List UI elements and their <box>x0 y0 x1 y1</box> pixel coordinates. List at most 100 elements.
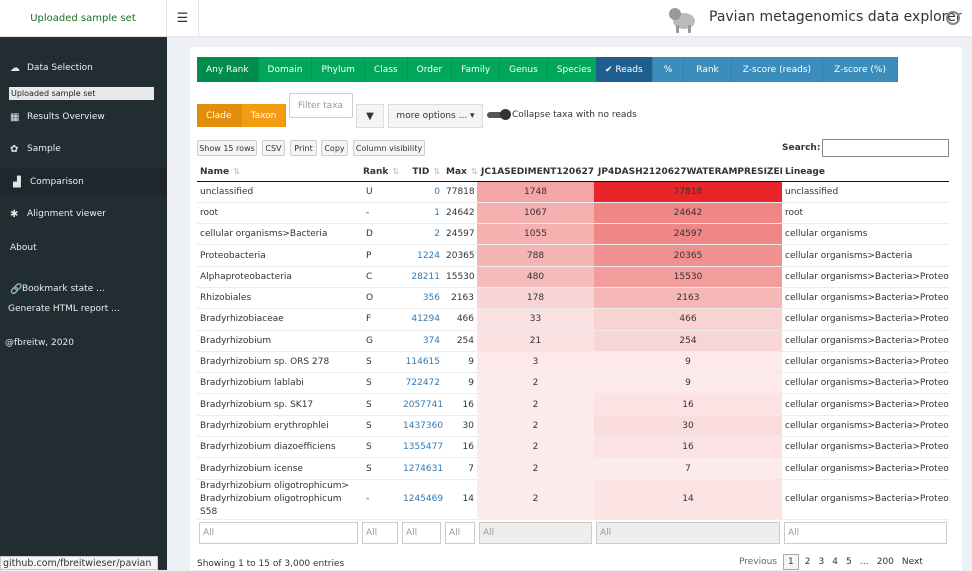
status-url-link[interactable]: github.com/fbreitwieser/pavian <box>0 556 158 570</box>
table-row[interactable]: unclassified U 0 77818 1748 77818 unclassified <box>197 181 949 203</box>
cell-tid[interactable]: 114615 <box>400 351 443 374</box>
table-row[interactable]: Bradyrhizobium G 374 254 21 254 cellular organ… <box>197 330 949 352</box>
column-filter-input[interactable]: All <box>479 522 592 545</box>
page-button[interactable]: 5 <box>846 557 852 567</box>
sort-icon[interactable]: ⇅ <box>392 167 399 176</box>
reads-button[interactable]: ✔ Reads <box>596 57 653 82</box>
print-button[interactable]: Print <box>290 140 317 156</box>
more-options-dropdown[interactable]: more options ... ▾ <box>388 104 483 128</box>
column-filter-input[interactable]: All <box>362 522 398 545</box>
previous-page-button[interactable]: Previous <box>739 557 777 567</box>
rank-order-button[interactable]: Order <box>407 57 453 82</box>
sidebar-item-data-selection[interactable]: ☁ Data Selection <box>0 58 167 78</box>
column-filter-input[interactable]: All <box>402 522 441 545</box>
cell-tid[interactable]: 1245469 <box>400 479 443 520</box>
table-row[interactable]: Bradyrhizobium erythrophlei S 1437360 30 2 30… <box>197 415 949 438</box>
table-row[interactable]: Bradyrhizobium diazoefficiens S 1355477 16 2… <box>197 436 949 459</box>
github-icon[interactable] <box>946 11 960 25</box>
page-button[interactable]: 4 <box>832 557 838 567</box>
rank-any-button[interactable]: Any Rank <box>197 57 259 82</box>
hamburger-icon[interactable]: ☰ <box>167 0 199 37</box>
zscore-percent-button[interactable]: Z-score (%) <box>823 57 898 82</box>
copy-button[interactable]: Copy <box>321 140 348 156</box>
cell-lineage: unclassified <box>782 181 949 203</box>
column-visibility-button[interactable]: Column visibility <box>353 140 425 156</box>
page-button[interactable]: … <box>860 557 869 567</box>
table-row[interactable]: Bradyrhizobiaceae F 41294 466 33 466 cellular … <box>197 308 949 331</box>
next-page-button[interactable]: Next <box>902 557 923 567</box>
collapse-taxa-toggle[interactable] <box>487 109 511 120</box>
table-row[interactable]: Bradyrhizobium sp. ORS 278 S 114615 9 3 9 cell… <box>197 351 949 374</box>
cell-tid[interactable]: 28211 <box>400 266 443 288</box>
brand-title[interactable]: Uploaded sample set <box>0 0 167 37</box>
sort-icon[interactable]: ⇅ <box>233 167 240 176</box>
column-filter-input[interactable]: All <box>596 522 780 545</box>
cell-tid[interactable]: 2057741 <box>400 393 443 416</box>
sidebar-item-about[interactable]: About <box>0 238 167 258</box>
sidebar-item-alignment-viewer[interactable]: ✱ Alignment viewer <box>0 204 167 224</box>
taxon-button[interactable]: Taxon <box>241 104 287 127</box>
bookmark-state-link[interactable]: 🔗 Bookmark state ... <box>0 279 167 299</box>
csv-button[interactable]: CSV <box>262 140 285 156</box>
filter-taxa-input[interactable]: Filter taxa <box>289 93 353 118</box>
rank-domain-button[interactable]: Domain <box>258 57 313 82</box>
table-row[interactable]: Alphaproteobacteria C 28211 15530 480 15530 ce… <box>197 266 949 288</box>
percent-button[interactable]: % <box>652 57 685 82</box>
cell-name: Rhizobiales <box>197 287 360 310</box>
page-button[interactable]: 2 <box>805 557 811 567</box>
dataset-badge[interactable]: Uploaded sample set <box>9 87 154 100</box>
cell-tid[interactable]: 1274631 <box>400 457 443 480</box>
rank-phylum-button[interactable]: Phylum <box>312 57 365 82</box>
author-credit[interactable]: @fbreitw, 2020 <box>0 333 167 353</box>
column-header[interactable]: JC1ASEDIMENT120627 <box>477 163 594 182</box>
sort-icon[interactable]: ⇅ <box>471 167 477 176</box>
page-button[interactable]: 200 <box>877 557 894 567</box>
column-header[interactable]: TID ⇅ <box>400 163 443 182</box>
column-header[interactable]: Max ⇅ <box>443 163 477 182</box>
sort-icon[interactable]: ⇅ <box>433 167 440 176</box>
cell-tid[interactable]: 722472 <box>400 372 443 395</box>
table-row[interactable]: Bradyrhizobium sp. SK17 S 2057741 16 2 16 cell… <box>197 393 949 416</box>
cell-tid[interactable]: 2 <box>400 223 443 246</box>
table-row[interactable]: Proteobacteria P 1224 20365 788 20365 cellular… <box>197 244 949 267</box>
zscore-reads-button[interactable]: Z-score (reads) <box>731 57 824 82</box>
column-filter-input[interactable]: All <box>445 522 475 545</box>
show-rows-button[interactable]: Show 15 rows <box>197 140 257 156</box>
filter-icon[interactable]: ▼ <box>356 104 384 128</box>
page-button[interactable]: 1 <box>783 554 799 570</box>
cell-tid[interactable]: 1 <box>400 202 443 225</box>
clade-button[interactable]: Clade <box>197 104 242 127</box>
rank-species-button[interactable]: Species <box>547 57 602 82</box>
search-input[interactable] <box>822 139 949 157</box>
column-filter-input[interactable]: All <box>784 522 947 545</box>
cell-tid[interactable]: 374 <box>400 330 443 352</box>
table-row[interactable]: Bradyrhizobium lablabi S 722472 9 2 9 cellular… <box>197 372 949 395</box>
table-row[interactable]: cellular organisms>Bacteria D 2 24597 1055 24… <box>197 223 949 246</box>
pavian-logo <box>669 8 695 33</box>
column-header[interactable]: JP4DASH2120627WATERAMPRESIZED <box>594 163 782 182</box>
generate-report-link[interactable]: Generate HTML report ... <box>0 299 167 319</box>
cell-tid[interactable]: 356 <box>400 287 443 310</box>
rank-family-button[interactable]: Family <box>452 57 501 82</box>
sidebar-item-comparison[interactable]: ▟ Comparison <box>0 168 167 196</box>
cell-tid[interactable]: 1224 <box>400 244 443 267</box>
table-row[interactable]: Bradyrhizobium oligotrophicum> Bradyrhiz… <box>197 479 949 520</box>
cell-tid[interactable]: 1437360 <box>400 415 443 438</box>
rank-class-button[interactable]: Class <box>364 57 408 82</box>
sidebar-item-sample[interactable]: ✿ Sample <box>0 139 167 159</box>
rank-value-button[interactable]: Rank <box>684 57 732 82</box>
table-row[interactable]: root -1 24642 1067 24642 root <box>197 202 949 225</box>
rank-genus-button[interactable]: Genus <box>500 57 548 82</box>
column-header[interactable]: Rank ⇅ <box>360 163 400 182</box>
cell-max: 9 <box>443 351 477 374</box>
column-header[interactable]: Name ⇅ <box>197 163 360 182</box>
sidebar-item-results-overview[interactable]: ▦ Results Overview <box>0 107 167 127</box>
column-header[interactable]: Lineage <box>782 163 949 182</box>
cell-tid[interactable]: 0 <box>400 181 443 203</box>
cell-tid[interactable]: 1355477 <box>400 436 443 459</box>
table-row[interactable]: Rhizobiales O 356 2163 178 2163 cellular organ… <box>197 287 949 310</box>
cell-tid[interactable]: 41294 <box>400 308 443 331</box>
column-filter-input[interactable]: All <box>199 522 358 545</box>
page-button[interactable]: 3 <box>819 557 825 567</box>
table-row[interactable]: Bradyrhizobium icense S 1274631 7 2 7 cellular… <box>197 457 949 480</box>
